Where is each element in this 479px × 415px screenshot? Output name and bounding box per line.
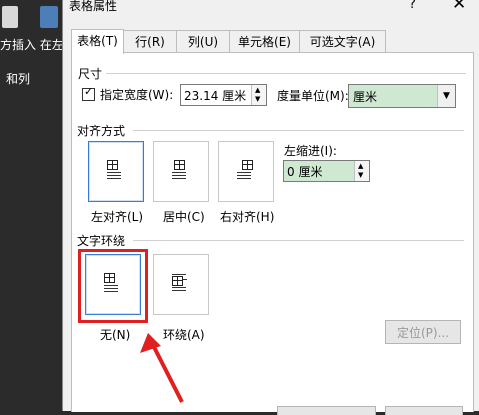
- annotation-arrow-icon: [140, 333, 184, 403]
- tab-table[interactable]: 表格(T): [71, 29, 124, 54]
